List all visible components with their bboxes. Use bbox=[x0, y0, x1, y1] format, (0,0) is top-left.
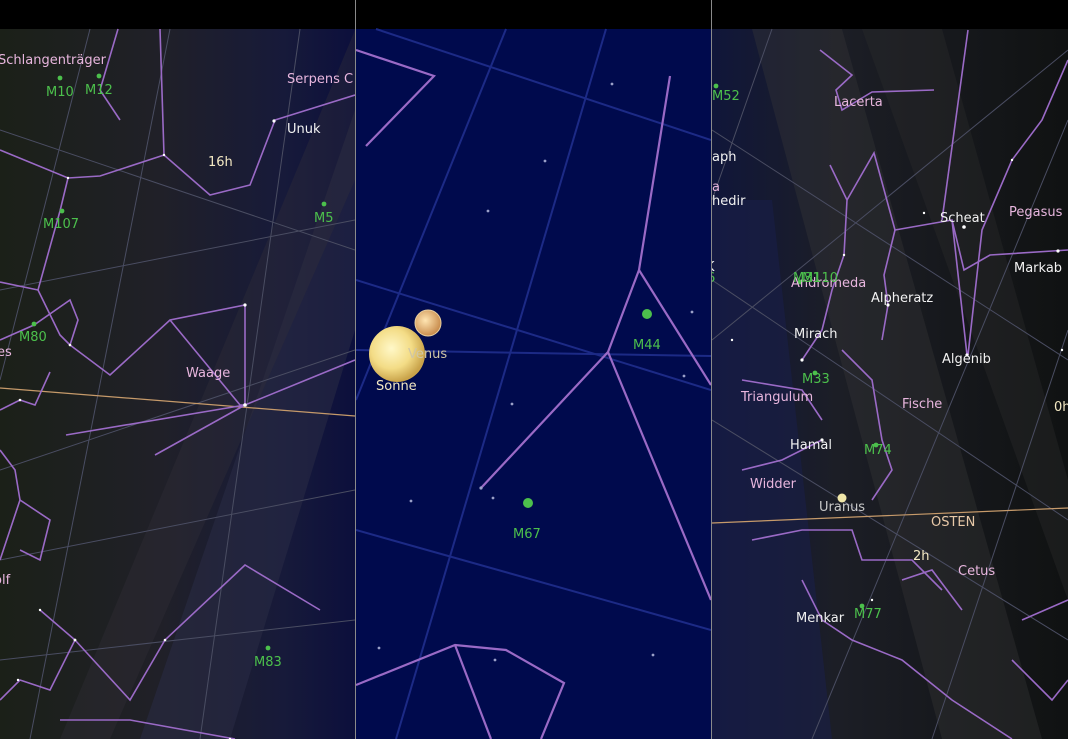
sky-view-panel-sun[interactable]: Venus Sonne M44 M67 bbox=[356, 0, 711, 739]
edge-fragment-label: hedir bbox=[712, 194, 746, 209]
hour-label: 0h bbox=[1054, 400, 1068, 415]
constellation-label[interactable]: Schlangenträger bbox=[0, 53, 107, 68]
messier-label[interactable]: M107 bbox=[43, 217, 79, 232]
sky-map-sun[interactable]: Venus Sonne M44 M67 bbox=[356, 0, 711, 739]
sun-label[interactable]: Sonne bbox=[376, 379, 417, 394]
hour-label: 2h bbox=[913, 549, 930, 564]
constellation-label[interactable]: Widder bbox=[750, 477, 797, 492]
star-label[interactable]: Alpheratz bbox=[871, 291, 933, 306]
star-label[interactable]: Unuk bbox=[287, 122, 321, 137]
constellation-label[interactable]: Lacerta bbox=[834, 95, 883, 110]
messier-label[interactable]: M33 bbox=[802, 372, 830, 387]
messier-label[interactable]: M80 bbox=[19, 330, 47, 345]
messier-label[interactable]: M74 bbox=[864, 443, 892, 458]
constellation-label[interactable]: Serpens C bbox=[287, 72, 353, 87]
star-label[interactable]: Hamal bbox=[790, 438, 832, 453]
sky-map-east[interactable]: Lacerta Andromeda Pegasus Triangulum Fis… bbox=[712, 0, 1068, 739]
messier-label[interactable]: M12 bbox=[85, 83, 113, 98]
star-label[interactable]: Scheat bbox=[940, 211, 985, 226]
edge-fragment-label: aph bbox=[712, 150, 736, 165]
edge-fragment-label: 6 bbox=[712, 271, 715, 286]
star-label[interactable]: Algenib bbox=[942, 352, 991, 367]
messier-label[interactable]: M77 bbox=[854, 607, 882, 622]
messier-label[interactable]: M5 bbox=[314, 211, 334, 226]
constellation-label[interactable]: Triangulum bbox=[740, 390, 813, 405]
edge-fragment-label: es bbox=[0, 345, 12, 360]
messier-label[interactable]: M52 bbox=[712, 89, 740, 104]
direction-label: OSTEN bbox=[931, 515, 975, 530]
star-label[interactable]: Markab bbox=[1014, 261, 1062, 276]
planet-label[interactable]: Venus bbox=[408, 347, 447, 362]
constellation-label[interactable]: Waage bbox=[186, 366, 230, 381]
messier-label[interactable]: M67 bbox=[513, 527, 541, 542]
edge-fragment-label: olf bbox=[0, 573, 11, 588]
constellation-label[interactable]: Cetus bbox=[958, 564, 995, 579]
hour-label: 16h bbox=[208, 155, 233, 170]
sky-view-panel-east[interactable]: Lacerta Andromeda Pegasus Triangulum Fis… bbox=[712, 0, 1068, 739]
sky-view-panel-west[interactable]: Schlangenträger Serpens C Waage M10 M12 … bbox=[0, 0, 355, 739]
messier-label[interactable]: M10 bbox=[46, 85, 74, 100]
messier-marker-m67[interactable] bbox=[523, 498, 533, 508]
messier-label[interactable]: M44 bbox=[633, 338, 661, 353]
messier-label[interactable]: M83 bbox=[254, 655, 282, 670]
star-label[interactable]: Mirach bbox=[794, 327, 838, 342]
venus-disc[interactable] bbox=[414, 309, 442, 337]
sky-map-west[interactable]: Schlangenträger Serpens C Waage M10 M12 … bbox=[0, 0, 355, 739]
messier-label[interactable]: M110 bbox=[802, 271, 838, 286]
constellation-label[interactable]: Fische bbox=[902, 397, 942, 412]
edge-fragment-label: a bbox=[712, 180, 720, 195]
planet-label[interactable]: Uranus bbox=[819, 500, 865, 515]
star-label[interactable]: Menkar bbox=[796, 611, 845, 626]
messier-marker-m44[interactable] bbox=[642, 309, 652, 319]
constellation-label[interactable]: Pegasus bbox=[1009, 205, 1063, 220]
